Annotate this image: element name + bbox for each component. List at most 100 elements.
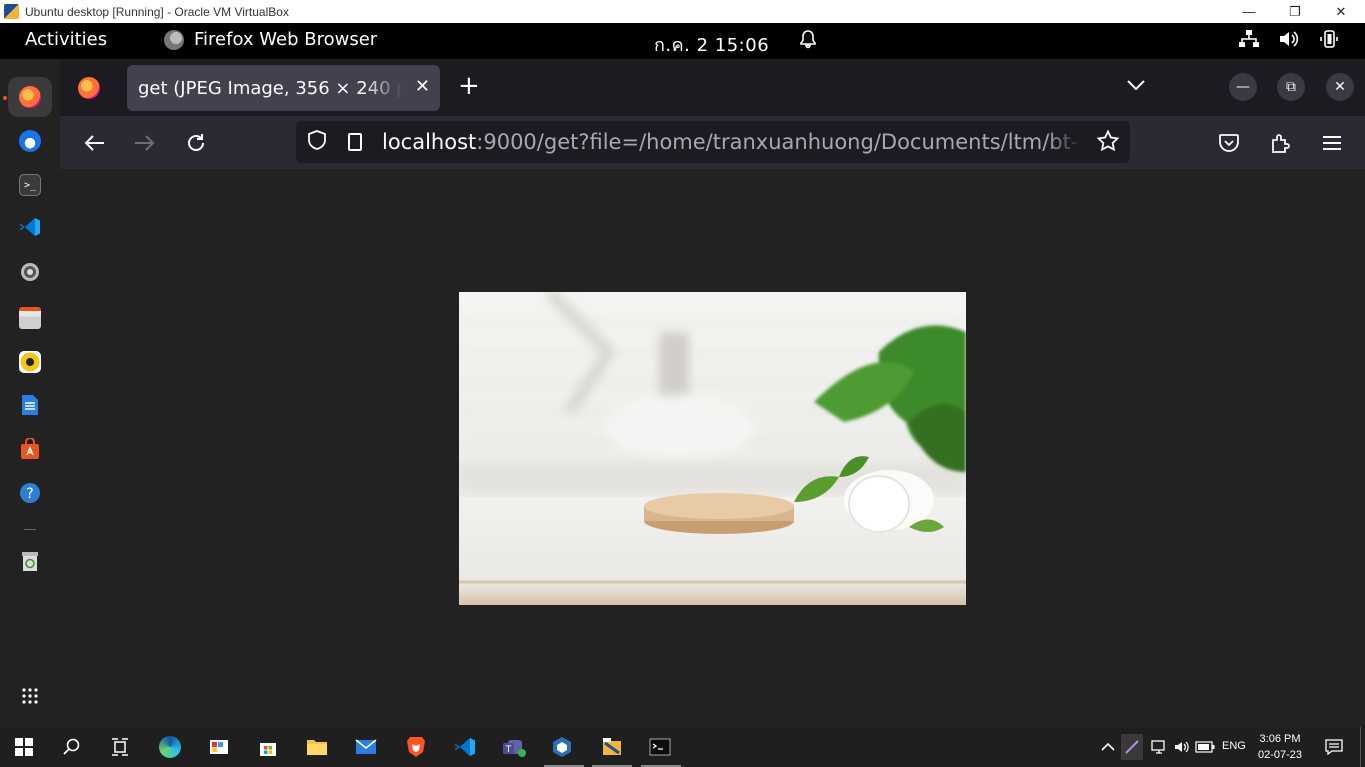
dock-terminal[interactable]: >_ [8,165,52,205]
writer-document-icon [20,394,40,420]
task-view-icon[interactable] [108,735,132,759]
extensions-puzzle-icon[interactable] [1265,127,1297,159]
vscode-taskbar-icon[interactable] [453,735,477,759]
tab-close-icon[interactable]: ✕ [415,76,430,97]
url-text[interactable]: localhost:9000/get?file=/home/tranxuanhu… [382,130,1082,154]
brave-browser-icon[interactable] [404,735,428,759]
svg-text:T: T [505,745,512,755]
file-explorer-icon[interactable] [305,735,329,759]
bookmark-star-icon[interactable] [1096,129,1120,159]
dock-show-apps[interactable] [8,678,52,718]
virtualbox-taskbar-icon[interactable] [550,735,574,759]
url-bar[interactable]: localhost:9000/get?file=/home/tranxuanhu… [296,121,1130,163]
notification-center-icon[interactable] [1322,735,1346,759]
firefox-window: get (JPEG Image, 356 × 240 pixels) ✕ + —… [60,59,1365,727]
language-indicator[interactable]: ENG [1222,740,1246,752]
dock-app-center[interactable] [8,431,52,471]
hamburger-menu-icon[interactable] [1316,127,1348,159]
terminal-taskbar-icon[interactable] [648,735,672,759]
page-info-icon[interactable] [344,131,366,153]
battery-icon [1318,29,1340,54]
volume-icon [1278,29,1300,54]
firefox-logo-icon [78,77,100,99]
window-restore-button[interactable]: ⧉ [1277,73,1305,101]
url-path: :9000/get?file=/home/tranxuanhuong/Docum… [476,130,1082,154]
svg-text:?: ? [26,486,33,502]
taskbar-time: 3:06 PM [1259,733,1301,745]
settings-gear-icon [19,261,41,287]
search-icon[interactable] [60,735,84,759]
pen-workspace-icon[interactable] [1121,734,1143,760]
vbox-restore-button[interactable]: ❐ [1272,0,1318,23]
trash-recycle-icon [20,550,40,576]
window-close-button[interactable]: ✕ [1326,73,1354,101]
taskbar-clock[interactable]: 3:06 PM 02-07-23 [1258,731,1302,763]
clock[interactable]: ก.ค. 2 15:06 [654,30,769,59]
volume-tray-icon[interactable] [1170,735,1194,759]
firefox-mini-icon [164,29,184,50]
dock-rhythmbox[interactable] [8,342,52,382]
navigation-toolbar: localhost:9000/get?file=/home/tranxuanhu… [60,116,1365,169]
virtualbox-icon [4,4,19,19]
paint-app-icon[interactable] [207,735,231,759]
virtualbox-vm-icon[interactable] [600,735,624,759]
app-center-bag-icon [19,437,41,464]
forward-arrow-icon[interactable] [129,127,161,159]
battery-tray-icon[interactable] [1193,735,1217,759]
pocket-icon[interactable] [1213,127,1245,159]
show-desktop-button[interactable] [1360,727,1365,767]
vbox-minimize-button[interactable]: — [1226,0,1272,23]
tab-title: get (JPEG Image, 356 × 240 pixels) [138,77,403,99]
dock-separator [24,529,36,530]
mail-icon[interactable] [354,735,378,759]
vscode-icon [19,216,41,242]
dock-vscode[interactable] [8,209,52,249]
dock-trash[interactable] [8,543,52,583]
teams-icon[interactable]: T [502,735,526,759]
dock-firefox[interactable] [8,77,52,117]
virtualbox-title: Ubuntu desktop [Running] - Oracle VM Vir… [25,4,289,19]
network-icon [1238,29,1260,54]
taskbar-date: 02-07-23 [1258,749,1303,761]
windows-start-icon[interactable] [12,735,36,759]
list-all-tabs-icon[interactable] [1126,75,1146,96]
url-host: localhost [382,130,477,154]
edge-browser-icon[interactable] [158,735,182,759]
reload-icon[interactable] [180,127,212,159]
running-indicator [3,96,7,100]
app-menu-label: Firefox Web Browser [194,29,378,50]
tab-strip: get (JPEG Image, 356 × 240 pixels) ✕ + —… [60,59,1365,116]
displayed-jpeg-image[interactable] [459,292,966,605]
image-viewer-content [60,169,1365,727]
windows-taskbar: T ENG 3:06 PM 02-07-23 [0,727,1365,767]
network-tray-icon[interactable] [1147,735,1171,759]
window-minimize-button[interactable]: — [1229,73,1257,101]
gnome-top-bar: Activities Firefox Web Browser ก.ค. 2 15… [0,23,1365,59]
back-arrow-icon[interactable] [78,127,110,159]
ubuntu-dock: >_ ? [0,59,60,727]
new-tab-button[interactable]: + [458,73,480,99]
thunderbird-icon [19,130,41,152]
system-tray[interactable] [1238,29,1340,54]
firefox-view-button[interactable] [72,71,106,105]
files-icon [19,307,41,329]
rhythmbox-icon [19,351,41,373]
tab-image[interactable]: get (JPEG Image, 356 × 240 pixels) ✕ [127,65,440,111]
virtualbox-title-bar: Ubuntu desktop [Running] - Oracle VM Vir… [0,0,1365,23]
dock-thunderbird[interactable] [8,121,52,161]
dock-files[interactable] [8,298,52,338]
notification-bell-icon[interactable] [798,29,818,54]
show-apps-grid-icon [21,687,39,709]
activities-button[interactable]: Activities [25,29,107,50]
dock-help[interactable]: ? [8,475,52,515]
dock-writer[interactable] [8,387,52,427]
terminal-icon: >_ [19,174,41,196]
vbox-close-button[interactable]: ✕ [1318,0,1364,23]
show-hidden-icons-chevron-icon[interactable] [1096,735,1120,759]
tracking-protection-shield-icon[interactable] [306,129,330,156]
firefox-icon [19,86,41,108]
app-menu[interactable]: Firefox Web Browser [164,29,377,50]
spa-product-photo [459,292,966,605]
microsoft-store-icon[interactable] [256,735,280,759]
dock-settings[interactable] [8,254,52,294]
